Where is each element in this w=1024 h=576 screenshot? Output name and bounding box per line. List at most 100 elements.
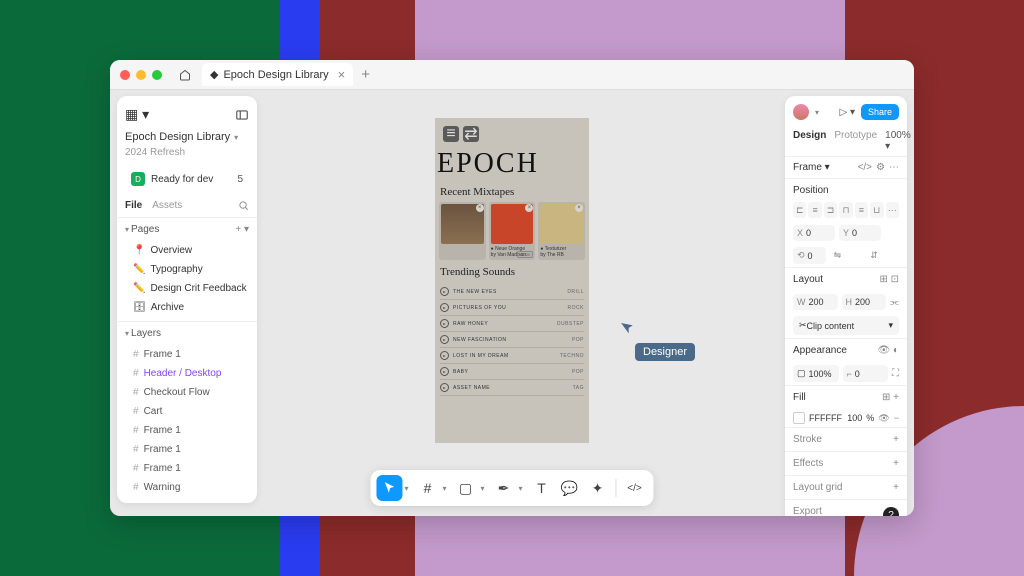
comment-tool[interactable]: 💬: [557, 475, 583, 501]
layer-item[interactable]: #Checkout Flow: [117, 383, 257, 402]
visibility-icon[interactable]: 👁: [877, 345, 890, 356]
help-button[interactable]: ?: [883, 507, 899, 516]
file-tab[interactable]: File: [125, 200, 142, 211]
chevron-down-icon[interactable]: ▾: [234, 133, 238, 142]
minimize-dot[interactable]: [136, 70, 146, 80]
page-item-typography[interactable]: ✏️Typography: [117, 260, 257, 279]
user-avatar[interactable]: [793, 104, 809, 120]
fill-hex[interactable]: FFFFFF: [809, 413, 842, 423]
play-icon[interactable]: ▸: [440, 287, 449, 296]
page-item-overview[interactable]: 📍Overview: [117, 241, 257, 260]
track-row[interactable]: ▸PICTURES OF YOUROCK: [440, 300, 584, 316]
align-more-icon[interactable]: ⋯: [886, 202, 899, 218]
close-dot[interactable]: [120, 70, 130, 80]
align-vcenter-icon[interactable]: ≡: [855, 202, 868, 218]
share-button[interactable]: Share: [861, 104, 899, 120]
add-page-icon[interactable]: + ▾: [235, 224, 249, 235]
search-icon[interactable]: [238, 200, 249, 211]
align-bottom-icon[interactable]: ⊔: [870, 202, 883, 218]
zoom-level[interactable]: 100% ▾: [885, 130, 911, 152]
corner-icon[interactable]: ⛶: [892, 368, 899, 379]
track-row[interactable]: ▸RAW HONEYDUBSTEP: [440, 316, 584, 332]
project-title[interactable]: Epoch Design Library: [125, 131, 230, 143]
layer-item[interactable]: #Cart: [117, 402, 257, 421]
move-tool[interactable]: [376, 475, 402, 501]
chevron-down-icon[interactable]: ▾: [404, 484, 408, 493]
fill-opacity[interactable]: 100: [847, 413, 862, 423]
settings-icon[interactable]: ⚙: [876, 162, 885, 173]
more-icon[interactable]: ⋯: [889, 162, 899, 173]
chevron-icon[interactable]: ▾: [125, 225, 129, 234]
layer-item[interactable]: #Warning: [117, 478, 257, 497]
add-grid-icon[interactable]: +: [893, 482, 899, 493]
canvas-artboard[interactable]: ≡ ⇄ EPOCH Recent Mixtapes × × ● Neue Ora…: [435, 118, 589, 443]
track-row[interactable]: ▸BABYPOP: [440, 364, 584, 380]
dev-mode-toggle[interactable]: </>: [622, 475, 648, 501]
figma-menu-icon[interactable]: ▦ ▾: [125, 106, 149, 123]
actions-tool[interactable]: ✦: [585, 475, 611, 501]
frame-dropdown[interactable]: Frame ▾: [793, 162, 830, 173]
link-icon[interactable]: ⫘: [890, 297, 899, 308]
art-filter-icon[interactable]: ⇄: [463, 126, 479, 142]
track-row[interactable]: ▸THE NEW EYESDRILL: [440, 284, 584, 300]
visibility-icon[interactable]: 👁: [878, 413, 889, 424]
close-icon[interactable]: ×: [575, 204, 583, 212]
align-right-icon[interactable]: ⊐: [824, 202, 837, 218]
layer-item[interactable]: #Frame 1: [117, 440, 257, 459]
art-list-view-icon[interactable]: ≡: [443, 126, 459, 142]
shape-tool[interactable]: ▢: [453, 475, 479, 501]
tab-close-icon[interactable]: ×: [338, 67, 346, 82]
layer-item-selected[interactable]: #Header / Desktop: [117, 364, 257, 383]
remove-fill-icon[interactable]: −: [894, 413, 899, 423]
home-button[interactable]: [174, 64, 196, 86]
add-stroke-icon[interactable]: +: [893, 434, 899, 445]
track-row[interactable]: ▸ASSET NAMETAG: [440, 380, 584, 396]
play-icon[interactable]: ▸: [440, 351, 449, 360]
height-input[interactable]: H200: [842, 294, 887, 310]
close-icon[interactable]: ×: [476, 204, 484, 212]
play-icon[interactable]: ▸: [440, 319, 449, 328]
align-left-icon[interactable]: ⊏: [793, 202, 806, 218]
ready-for-dev-row[interactable]: D Ready for dev 5: [125, 168, 249, 190]
panel-toggle-icon[interactable]: [235, 108, 249, 122]
styles-icon[interactable]: ⊞: [882, 392, 890, 403]
chevron-down-icon[interactable]: ▾: [519, 484, 523, 493]
play-icon[interactable]: ▷ ▾: [839, 107, 855, 118]
y-input[interactable]: Y0: [839, 225, 881, 241]
add-fill-icon[interactable]: +: [893, 392, 899, 403]
play-icon[interactable]: ▸: [440, 335, 449, 344]
x-input[interactable]: X0: [793, 225, 835, 241]
layer-item[interactable]: #Frame 1: [117, 421, 257, 440]
page-item-archive[interactable]: 🗄Archive: [117, 298, 257, 317]
width-input[interactable]: W200: [793, 294, 838, 310]
chevron-down-icon[interactable]: ▾: [442, 484, 446, 493]
assets-tab[interactable]: Assets: [152, 200, 182, 211]
chevron-down-icon[interactable]: ▾: [481, 484, 485, 493]
design-tab[interactable]: Design: [793, 130, 826, 152]
mixtape-card[interactable]: ×: [439, 202, 486, 260]
layer-item[interactable]: #Frame 1: [117, 459, 257, 478]
frame-tool[interactable]: #: [414, 475, 440, 501]
flip-h-icon[interactable]: ⇋: [830, 247, 863, 264]
blend-icon[interactable]: ◐: [893, 345, 899, 356]
maximize-dot[interactable]: [152, 70, 162, 80]
layer-item[interactable]: #Frame 1: [117, 345, 257, 364]
new-tab-button[interactable]: +: [361, 66, 370, 83]
prototype-tab[interactable]: Prototype: [834, 130, 877, 152]
flip-v-icon[interactable]: ⇵: [866, 247, 899, 264]
add-effect-icon[interactable]: +: [893, 458, 899, 469]
code-icon[interactable]: </>: [858, 162, 872, 173]
autolayout-icon[interactable]: ⊞ ⊡: [879, 274, 899, 285]
opacity-input[interactable]: ▢ 100%: [793, 365, 839, 382]
text-tool[interactable]: T: [529, 475, 555, 501]
play-icon[interactable]: ▸: [440, 303, 449, 312]
chevron-down-icon[interactable]: ▾: [815, 108, 819, 117]
pen-tool[interactable]: ✒: [491, 475, 517, 501]
align-top-icon[interactable]: ⊓: [839, 202, 852, 218]
play-icon[interactable]: ▸: [440, 367, 449, 376]
fill-swatch[interactable]: [793, 412, 805, 424]
page-item-design-crit[interactable]: ✏️Design Crit Feedback: [117, 279, 257, 298]
mixtape-card[interactable]: × ● Neue Orangeby Van Madison 01:20: [489, 202, 536, 260]
play-icon[interactable]: ▸: [440, 383, 449, 392]
chevron-icon[interactable]: ▾: [125, 329, 129, 338]
